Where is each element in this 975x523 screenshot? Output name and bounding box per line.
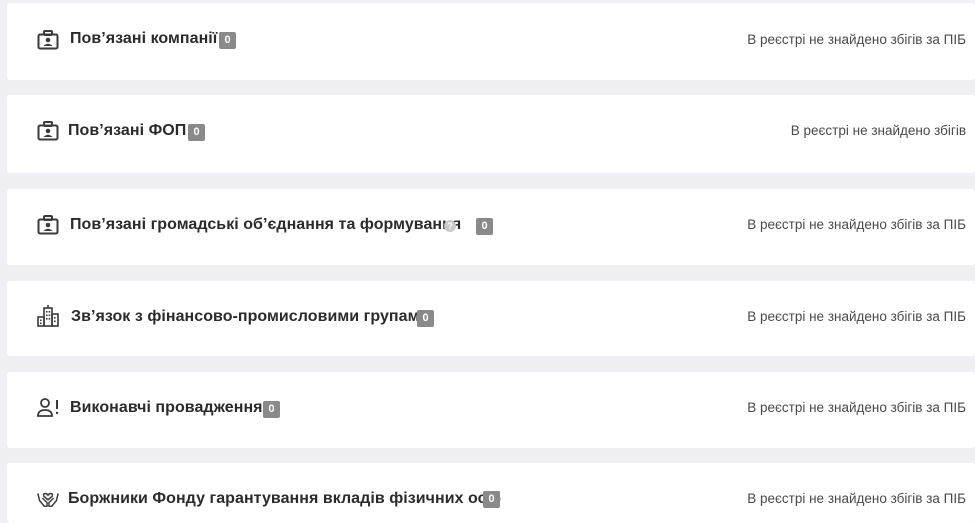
status-text: В реєстрі не знайдено збігів за ПІБ — [747, 309, 966, 324]
count-badge: 0 — [263, 401, 280, 418]
section-related-fop[interactable]: Пов’язані ФОП 0 В реєстрі не знайдено зб… — [7, 95, 975, 173]
count-badge: 0 — [417, 310, 434, 327]
hands-heart-icon — [36, 486, 60, 510]
section-title: Пов’язані ФОП — [68, 122, 187, 139]
status-text: В реєстрі не знайдено збігів — [790, 123, 966, 138]
status-text: В реєстрі не знайдено збігів за ПІБ — [747, 400, 966, 415]
buildings-icon — [36, 304, 60, 328]
person-alert-icon — [36, 396, 60, 420]
help-icon[interactable]: ? — [444, 220, 456, 232]
section-title: Зв’язок з фінансово-промисловими групами — [71, 308, 430, 325]
section-title: Боржники Фонду гарантування вкладів фізи… — [68, 490, 502, 507]
id-badge-icon — [36, 213, 60, 237]
section-financial-industrial-groups[interactable]: Зв’язок з фінансово-промисловими групами… — [7, 281, 975, 356]
count-badge: 0 — [476, 218, 493, 235]
section-title: Виконавчі провадження — [70, 399, 263, 416]
section-enforcement-proceedings[interactable]: Виконавчі провадження 0 В реєстрі не зна… — [7, 372, 975, 448]
status-text: В реєстрі не знайдено збігів за ПІБ — [747, 217, 966, 232]
id-badge-icon — [36, 28, 60, 52]
count-badge: 0 — [219, 32, 236, 49]
section-related-companies[interactable]: Пов’язані компанії 0 В реєстрі не знайде… — [7, 3, 975, 80]
status-text: В реєстрі не знайдено збігів за ПІБ — [747, 491, 966, 506]
count-badge: 0 — [483, 491, 500, 508]
section-title: Пов’язані громадські об’єднання та форму… — [70, 216, 462, 233]
section-related-public-associations[interactable]: Пов’язані громадські об’єднання та форму… — [7, 189, 975, 265]
section-title: Пов’язані компанії — [70, 30, 218, 47]
section-deposit-guarantee-fund-debtors[interactable]: Боржники Фонду гарантування вкладів фізи… — [7, 463, 975, 523]
count-badge: 0 — [188, 124, 205, 141]
status-text: В реєстрі не знайдено збігів за ПІБ — [747, 32, 966, 47]
id-badge-icon — [36, 119, 60, 143]
